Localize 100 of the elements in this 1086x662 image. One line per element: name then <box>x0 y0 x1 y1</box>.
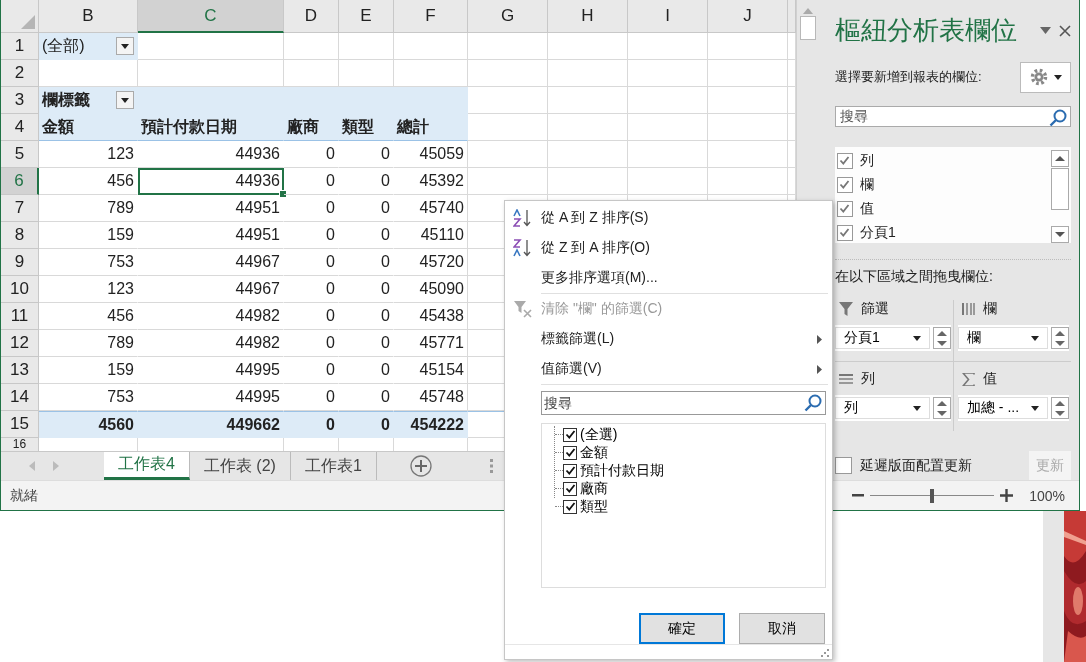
table-cell: 123 <box>39 141 138 168</box>
field-dropdown[interactable]: 加總 - ... <box>957 397 1048 419</box>
row-header[interactable]: 9 <box>1 249 39 276</box>
checkbox[interactable] <box>563 445 577 460</box>
table-cell: 廠商 <box>284 114 339 141</box>
menu-item[interactable]: 更多排序選項(M)... <box>505 263 832 293</box>
row-header[interactable]: 2 <box>1 60 39 87</box>
checkbox-label: 延遲版面配置更新 <box>859 456 972 475</box>
scrollbar-thumb[interactable] <box>1051 168 1069 210</box>
search-icon[interactable] <box>804 394 822 412</box>
row-header[interactable]: 8 <box>1 222 39 249</box>
column-header[interactable]: D <box>284 0 339 33</box>
table-cell: 45720 <box>394 249 468 276</box>
checkbox[interactable] <box>563 463 577 478</box>
table-cell: 159 <box>39 357 138 384</box>
column-header[interactable]: E <box>339 0 394 33</box>
field-dropdown[interactable]: 分頁1 <box>834 327 930 349</box>
resize-grip-icon[interactable] <box>821 649 829 657</box>
zoom-slider-thumb[interactable] <box>930 488 935 503</box>
checkbox[interactable] <box>836 152 853 169</box>
table-cell: 0 <box>339 141 394 168</box>
zoom-in-icon[interactable] <box>1000 489 1014 502</box>
arrow-up-icon <box>1055 330 1065 336</box>
menu-item[interactable]: 從 A 到 Z 排序(S) <box>505 203 832 233</box>
panel-title: 樞紐分析表欄位 <box>834 14 1018 48</box>
row-header[interactable]: 14 <box>1 384 39 411</box>
caret-icon <box>1031 405 1039 411</box>
checkmark-icon <box>564 447 576 459</box>
row-header[interactable]: 13 <box>1 357 39 384</box>
table-cell: 123 <box>39 276 138 303</box>
table-cell: 45392 <box>394 168 468 195</box>
field-dropdown[interactable]: 列 <box>834 397 930 419</box>
column-header[interactable]: B <box>39 0 138 33</box>
field-dropdown[interactable]: 欄 <box>957 327 1048 349</box>
column-header[interactable]: H <box>548 0 628 33</box>
filter-dropdown-button[interactable] <box>116 91 134 109</box>
close-icon[interactable] <box>1059 24 1071 37</box>
zoom-out-icon[interactable] <box>852 494 865 497</box>
dialog-button[interactable]: 取消 <box>739 613 825 645</box>
settings-button[interactable] <box>1020 61 1071 93</box>
scroll-down-button[interactable] <box>1051 226 1069 243</box>
row-header[interactable]: 10 <box>1 276 39 303</box>
move-field-spinner[interactable] <box>1051 327 1069 349</box>
column-header[interactable]: F <box>394 0 468 33</box>
checkmark-icon <box>564 501 576 513</box>
menu-item[interactable]: 從 Z 到 A 排序(O) <box>505 233 832 263</box>
caret-icon <box>1053 74 1062 80</box>
column-header[interactable]: C <box>138 0 284 33</box>
move-field-spinner[interactable] <box>932 397 951 419</box>
search-icon[interactable] <box>1049 108 1067 127</box>
row-header[interactable]: 1 <box>1 33 39 60</box>
checkbox[interactable] <box>836 224 853 241</box>
menu-item[interactable]: 值篩選(V) <box>505 354 832 384</box>
table-cell: 753 <box>39 249 138 276</box>
row-header[interactable]: 12 <box>1 330 39 357</box>
checkbox[interactable] <box>563 427 577 442</box>
table-cell: 0 <box>339 276 394 303</box>
row-header[interactable]: 16 <box>1 438 39 452</box>
column-header[interactable]: G <box>468 0 548 33</box>
column-header[interactable]: I <box>628 0 708 33</box>
row-header[interactable]: 4 <box>1 114 39 141</box>
arrow-down-icon <box>936 340 947 346</box>
search-field[interactable]: 搜尋 <box>834 105 1071 127</box>
checkbox[interactable] <box>563 499 577 514</box>
rows-icon <box>838 374 853 384</box>
row-header[interactable]: 5 <box>1 141 39 168</box>
move-field-spinner[interactable] <box>932 327 951 349</box>
search-field[interactable]: 搜尋 <box>541 391 826 415</box>
checkmark-icon <box>564 483 576 495</box>
scroll-up-button[interactable] <box>1051 150 1069 167</box>
dialog-button[interactable]: 確定 <box>639 613 725 645</box>
filter-dropdown-button[interactable] <box>116 37 134 55</box>
checkbox[interactable] <box>836 176 853 193</box>
value-label: (全選) <box>580 425 618 444</box>
row-header[interactable]: 3 <box>1 87 39 114</box>
zoom-level[interactable]: 100% <box>1029 487 1065 504</box>
arrow-down-icon <box>1055 410 1065 416</box>
field-label: 欄 <box>859 175 874 194</box>
row-header[interactable]: 6 <box>1 168 39 195</box>
table-cell: 0 <box>284 303 339 330</box>
move-field-spinner[interactable] <box>1051 397 1069 419</box>
add-sheet-icon[interactable] <box>409 455 432 478</box>
table-cell: 44995 <box>138 357 284 384</box>
checkbox[interactable] <box>563 481 577 496</box>
row-header[interactable]: 15 <box>1 411 39 438</box>
sheet-tab[interactable]: 工作表4 <box>104 452 190 480</box>
checkbox[interactable] <box>836 200 853 217</box>
table-cell: 0 <box>339 249 394 276</box>
checkbox[interactable] <box>834 457 852 474</box>
row-header[interactable]: 7 <box>1 195 39 222</box>
row-header[interactable]: 11 <box>1 303 39 330</box>
menu-item[interactable]: 標籤篩選(L) <box>505 324 832 354</box>
scrollbar-thumb[interactable] <box>799 16 816 40</box>
caret-icon <box>121 97 129 103</box>
caret-icon[interactable] <box>1040 27 1051 35</box>
value-label: 廠商 <box>580 479 608 498</box>
column-header[interactable]: J <box>708 0 788 33</box>
table-cell: 45771 <box>394 330 468 357</box>
arrow-down-icon <box>1055 232 1065 237</box>
table-cell: 44982 <box>138 303 284 330</box>
